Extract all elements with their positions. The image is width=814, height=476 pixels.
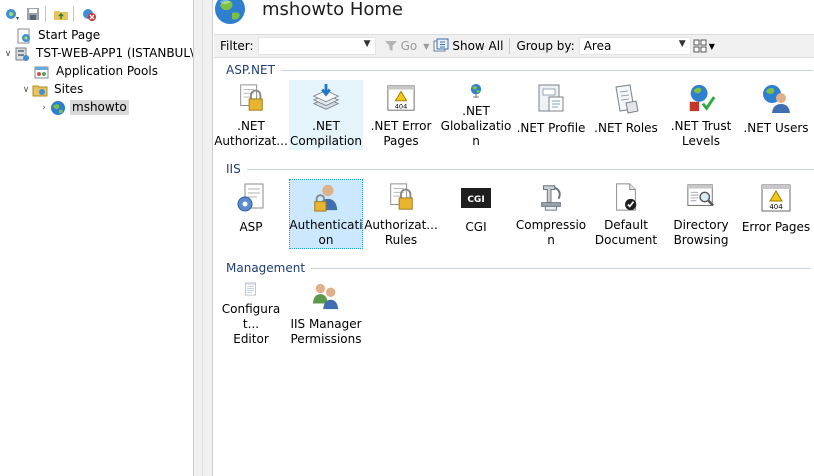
tree-item-application-pools[interactable]: Application Pools (22, 63, 160, 80)
dropdown-arrow-icon: ▼ (708, 41, 715, 51)
show-all-button[interactable]: Show All (433, 38, 503, 54)
feature-authentication[interactable]: Authenticati on (289, 179, 363, 249)
section-header-iis: IIS (226, 162, 814, 176)
view-mode-button[interactable]: ▼ (693, 39, 715, 53)
pane-splitter[interactable] (193, 0, 213, 476)
default-document-icon (616, 183, 637, 211)
tree-item-sites[interactable]: ∨ Sites (20, 81, 85, 98)
view-icons-icon (693, 39, 707, 53)
configuration-editor-icon (245, 282, 256, 296)
feature-authorization-rules[interactable]: Authorizat... Rules (364, 179, 438, 249)
directory-browsing-icon (687, 184, 715, 207)
go-button[interactable]: Go ▼ (384, 39, 430, 53)
filter-input[interactable]: ▼ (257, 37, 376, 55)
feature-net-profile[interactable]: .NET Profile (514, 80, 588, 150)
feature-net-trust-levels[interactable]: .NET Trust Levels (664, 80, 738, 150)
connections-pane: Start Page ∨ TST-WEB-APP1 (ISTANBUL\A Ap… (0, 0, 193, 476)
tree-item-label: Sites (54, 82, 84, 96)
feature-default-document[interactable]: Default Document (589, 179, 663, 249)
section-header-aspnet: ASP.NET (226, 63, 813, 77)
collapse-chevron-icon[interactable]: ∨ (20, 84, 32, 96)
feature-net-error-pages[interactable]: 404 .NET Error Pages (364, 80, 438, 150)
feature-directory-browsing[interactable]: Directory Browsing (664, 179, 738, 249)
tree-item-server[interactable]: ∨ TST-WEB-APP1 (ISTANBUL\A (2, 45, 193, 62)
tree-item-label: Application Pools (56, 64, 158, 78)
group-by-label: Group by: (516, 39, 575, 53)
feature-net-authorization-rules[interactable]: .NET Authorizat... (214, 80, 288, 150)
error-pages-icon: 404 (761, 184, 791, 212)
toolbar-separator (73, 6, 74, 22)
dropdown-arrow-icon[interactable]: ▼ (679, 39, 686, 49)
net-users-icon (763, 85, 790, 113)
net-globalization-icon (470, 83, 482, 98)
start-page-icon (16, 28, 32, 44)
feature-error-pages[interactable]: 404 Error Pages (739, 179, 813, 249)
net-error-pages-icon: 404 (387, 85, 415, 111)
collapse-chevron-icon[interactable]: ∨ (2, 48, 14, 60)
dropdown-arrow-icon: ▼ (423, 41, 430, 51)
tree-item-label: TST-WEB-APP1 (ISTANBUL\A (36, 46, 193, 60)
feature-compression[interactable]: Compression (514, 179, 588, 249)
authentication-icon (314, 184, 338, 212)
page-title: mshowto Home (262, 0, 404, 20)
net-profile-icon (538, 84, 564, 112)
dropdown-arrow-icon[interactable]: ▼ (364, 39, 371, 49)
asp-icon (237, 183, 264, 212)
feature-iis-manager-permissions[interactable]: IIS Manager Permissions (289, 278, 363, 348)
cgi-icon: CGI (461, 188, 491, 208)
tree-item-label: Start Page (38, 28, 101, 42)
svg-text:404: 404 (395, 102, 408, 110)
section-header-management: Management (226, 261, 812, 275)
net-trust-levels-icon (689, 84, 716, 112)
tree-item-start-page[interactable]: Start Page (4, 27, 102, 44)
compression-icon (541, 185, 561, 211)
connect-icon[interactable] (3, 5, 21, 23)
authorization-rules-icon (390, 183, 413, 210)
filter-bar: Filter: ▼ Go ▼ Show All Group by: Area ▼… (214, 34, 814, 58)
up-folder-icon[interactable] (52, 5, 70, 23)
connections-toolbar (0, 4, 193, 24)
iis-manager-permissions-icon (312, 283, 339, 310)
toolbar-separator (45, 6, 46, 22)
toolbar-separator (509, 38, 511, 54)
page-header: mshowto Home (214, 0, 403, 26)
filter-label: Filter: (220, 39, 254, 53)
net-roles-icon (615, 84, 639, 114)
globe-icon (50, 100, 66, 116)
tree-item-label: mshowto (70, 100, 129, 115)
server-icon (14, 46, 30, 62)
svg-text:CGI: CGI (467, 195, 484, 205)
feature-asp[interactable]: ASP (214, 179, 288, 249)
feature-net-users[interactable]: .NET Users (739, 80, 813, 150)
site-globe-icon (215, 0, 245, 24)
net-authorization-icon (240, 84, 263, 111)
feature-net-roles[interactable]: .NET Roles (589, 80, 663, 150)
feature-net-compilation[interactable]: .NET Compilation (289, 80, 363, 150)
filter-funnel-icon (384, 41, 397, 51)
group-by-select[interactable]: Area ▼ (578, 37, 691, 55)
features-view: mshowto Home Filter: ▼ Go ▼ Show All Gro… (214, 0, 814, 476)
sites-folder-icon (32, 82, 48, 98)
tree-item-site-mshowto[interactable]: › mshowto (38, 99, 129, 116)
expand-chevron-icon[interactable]: › (38, 102, 50, 114)
feature-configuration-editor[interactable]: Configurat... Editor (214, 278, 288, 348)
feature-net-globalization[interactable]: .NET Globalization (439, 80, 513, 150)
save-icon[interactable] (24, 5, 42, 23)
application-pools-icon (34, 64, 50, 80)
svg-text:404: 404 (769, 203, 783, 211)
feature-cgi[interactable]: CGI CGI (439, 179, 513, 249)
net-compilation-icon (312, 83, 340, 110)
disconnect-icon[interactable] (80, 5, 98, 23)
show-all-icon (433, 38, 449, 52)
